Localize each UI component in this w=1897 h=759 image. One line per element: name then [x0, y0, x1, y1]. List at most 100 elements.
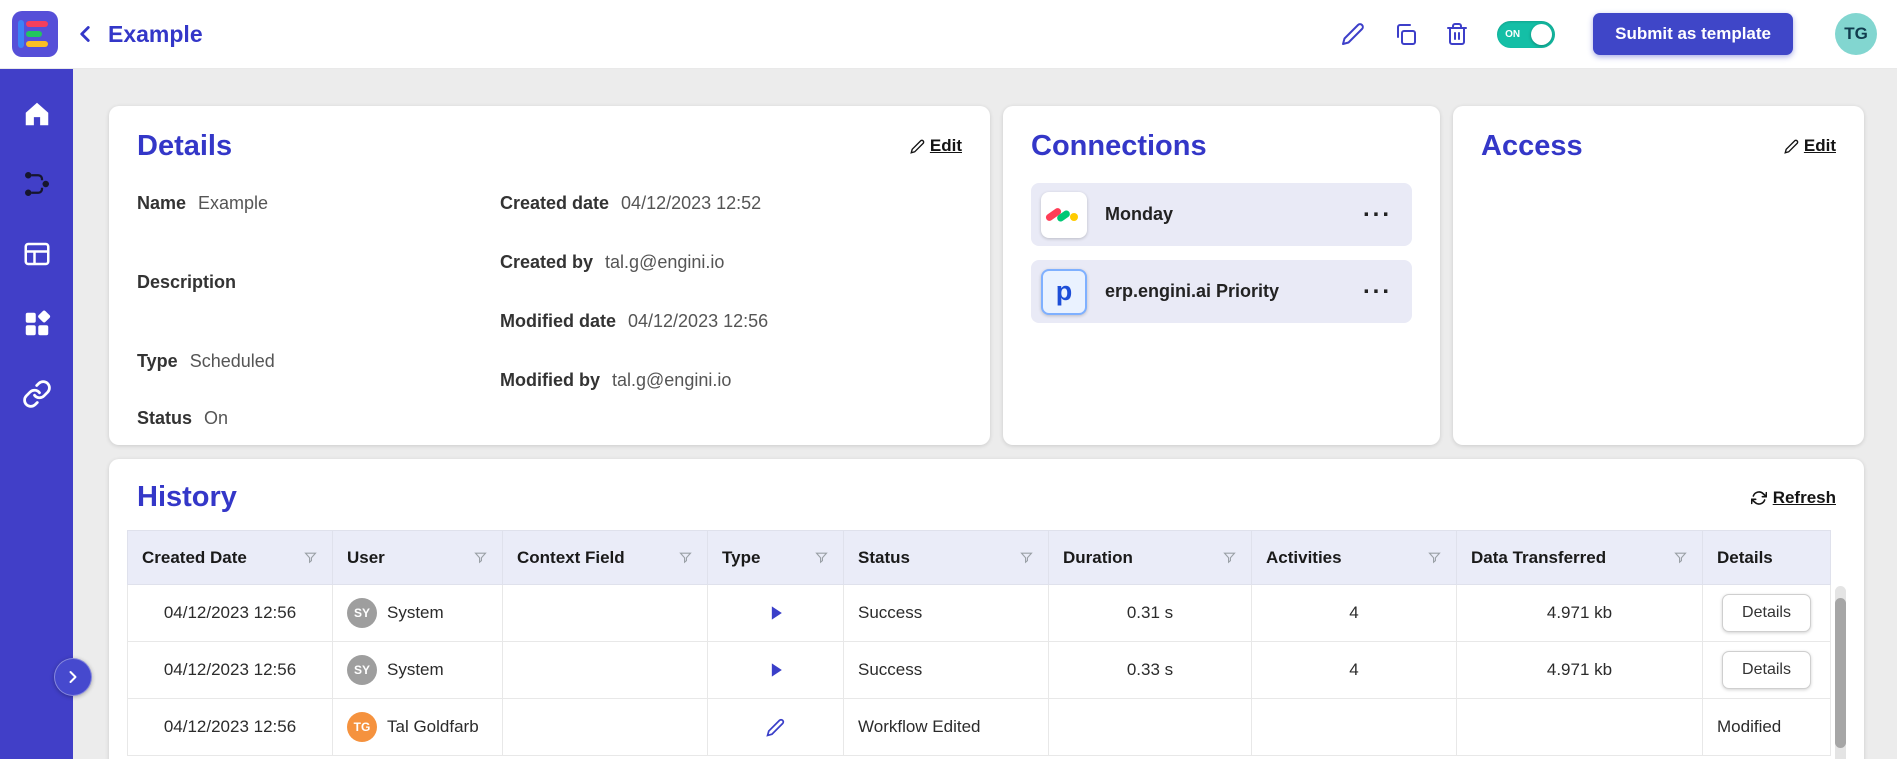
- connection-row-priority[interactable]: p erp.engini.ai Priority ...: [1031, 260, 1412, 323]
- monday-yellow-dot: [1070, 213, 1078, 221]
- details-edit-button[interactable]: Edit: [910, 136, 962, 156]
- column-label: User: [347, 547, 385, 567]
- type-label: Type: [137, 351, 178, 371]
- cell-duration: [1048, 698, 1252, 756]
- filter-icon[interactable]: [814, 550, 829, 565]
- name-label: Name: [137, 193, 187, 213]
- cell-activities: 4: [1251, 641, 1457, 699]
- access-edit-button[interactable]: Edit: [1784, 136, 1836, 156]
- history-row: 04/12/2023 12:56 SY System Success 0.33 s…: [127, 641, 1831, 699]
- status-label: Status: [137, 408, 193, 428]
- history-refresh-button[interactable]: Refresh: [1750, 488, 1836, 508]
- column-header-duration[interactable]: Duration: [1048, 530, 1252, 585]
- connection-menu-button[interactable]: ...: [1363, 272, 1392, 300]
- detail-field-created-date: Created date 04/12/2023 12:52: [500, 193, 962, 214]
- sidebar-item-home[interactable]: [22, 99, 52, 129]
- pencil-icon: [1784, 139, 1799, 154]
- created-by-value: tal.g@engini.io: [605, 252, 725, 272]
- cell-created-date: 04/12/2023 12:56: [127, 584, 333, 642]
- cell-created-date: 04/12/2023 12:56: [127, 641, 333, 699]
- detail-field-type: Type Scheduled: [137, 351, 500, 372]
- column-header-details[interactable]: Details: [1702, 530, 1831, 585]
- cell-activities: [1251, 698, 1457, 756]
- cell-data-transferred: 4.971 kb: [1456, 584, 1703, 642]
- modules-icon: [25, 310, 50, 336]
- column-header-type[interactable]: Type: [707, 530, 844, 585]
- submit-as-template-button[interactable]: Submit as template: [1593, 13, 1793, 55]
- edit-workflow-button[interactable]: [1341, 22, 1365, 46]
- pencil-icon: [1342, 23, 1364, 45]
- cell-type: [707, 584, 844, 642]
- cell-type: [707, 641, 844, 699]
- user-avatar: SY: [347, 598, 377, 628]
- connection-row-monday[interactable]: Monday ...: [1031, 183, 1412, 246]
- created-date-value: 04/12/2023 12:52: [621, 193, 762, 213]
- duplicate-workflow-button[interactable]: [1393, 22, 1417, 46]
- history-table: Created Date User Context Field Type Sta…: [127, 530, 1831, 756]
- cell-details: Modified: [1702, 698, 1831, 756]
- back-button[interactable]: [72, 21, 98, 47]
- sidebar-expand-button[interactable]: [54, 658, 92, 696]
- cell-created-date: 04/12/2023 12:56: [127, 698, 333, 756]
- page-title: Example: [108, 20, 203, 47]
- workflow-on-toggle[interactable]: ON: [1497, 20, 1556, 48]
- logo-yellow-bar: [26, 41, 48, 47]
- cell-type: [707, 698, 844, 756]
- history-row: 04/12/2023 12:56 SY System Success 0.31 s…: [127, 584, 1831, 642]
- connections-card: Connections Monday ... p erp.engini.ai P…: [1003, 106, 1440, 445]
- filter-icon[interactable]: [473, 550, 488, 565]
- filter-icon[interactable]: [1673, 550, 1688, 565]
- refresh-icon: [1750, 490, 1767, 505]
- connections-title: Connections: [1031, 130, 1207, 162]
- details-button[interactable]: Details: [1722, 594, 1811, 632]
- description-label: Description: [137, 272, 237, 292]
- connection-menu-button[interactable]: ...: [1363, 195, 1392, 223]
- link-icon: [22, 380, 51, 408]
- filter-icon[interactable]: [678, 550, 693, 565]
- history-row: 04/12/2023 12:56 TG Tal Goldfarb Workflow…: [127, 698, 1831, 756]
- play-icon: [771, 663, 782, 677]
- modified-by-label: Modified by: [500, 370, 600, 390]
- cell-context-field: [502, 698, 708, 756]
- filter-icon[interactable]: [1222, 550, 1237, 565]
- table-scrollbar-thumb[interactable]: [1835, 598, 1846, 748]
- pencil-icon: [910, 139, 925, 154]
- sidebar-item-links[interactable]: [22, 379, 52, 409]
- column-header-user[interactable]: User: [332, 530, 503, 585]
- delete-workflow-button[interactable]: [1445, 22, 1469, 46]
- user-name: System: [387, 603, 444, 622]
- column-header-created-date[interactable]: Created Date: [127, 530, 333, 585]
- play-icon: [771, 606, 782, 620]
- sidebar-item-modules[interactable]: [22, 309, 52, 339]
- user-avatar[interactable]: TG: [1835, 13, 1877, 55]
- column-label: Status: [858, 547, 910, 567]
- filter-icon[interactable]: [1019, 550, 1034, 565]
- history-title: History: [137, 481, 237, 513]
- cell-activities: 4: [1251, 584, 1457, 642]
- details-card: Details Edit Name Example Description Ty…: [109, 106, 990, 445]
- cell-context-field: [502, 584, 708, 642]
- cell-data-transferred: 4.971 kb: [1456, 641, 1703, 699]
- details-button[interactable]: Details: [1722, 651, 1811, 689]
- sidebar-item-workflows[interactable]: [22, 169, 52, 199]
- column-header-activities[interactable]: Activities: [1251, 530, 1457, 585]
- logo-green-bar: [26, 31, 42, 37]
- created-by-label: Created by: [500, 252, 594, 272]
- cell-details: Details: [1702, 641, 1831, 699]
- column-header-context-field[interactable]: Context Field: [502, 530, 708, 585]
- filter-icon[interactable]: [303, 550, 318, 565]
- history-header-row: Created Date User Context Field Type Sta…: [127, 530, 1831, 585]
- history-card: History Refresh Created Date User Contex…: [109, 459, 1864, 759]
- table-icon: [24, 242, 49, 266]
- table-scrollbar[interactable]: [1835, 586, 1846, 759]
- monday-logo-icon: [1041, 191, 1087, 238]
- cell-status: Success: [843, 641, 1049, 699]
- column-header-data-transferred[interactable]: Data Transferred: [1456, 530, 1703, 585]
- app-logo[interactable]: [12, 11, 58, 57]
- access-title: Access: [1481, 130, 1583, 162]
- filter-icon[interactable]: [1427, 550, 1442, 565]
- sidebar-item-tables[interactable]: [22, 239, 52, 269]
- details-title: Details: [137, 130, 233, 162]
- cell-status: Success: [843, 584, 1049, 642]
- column-header-status[interactable]: Status: [843, 530, 1049, 585]
